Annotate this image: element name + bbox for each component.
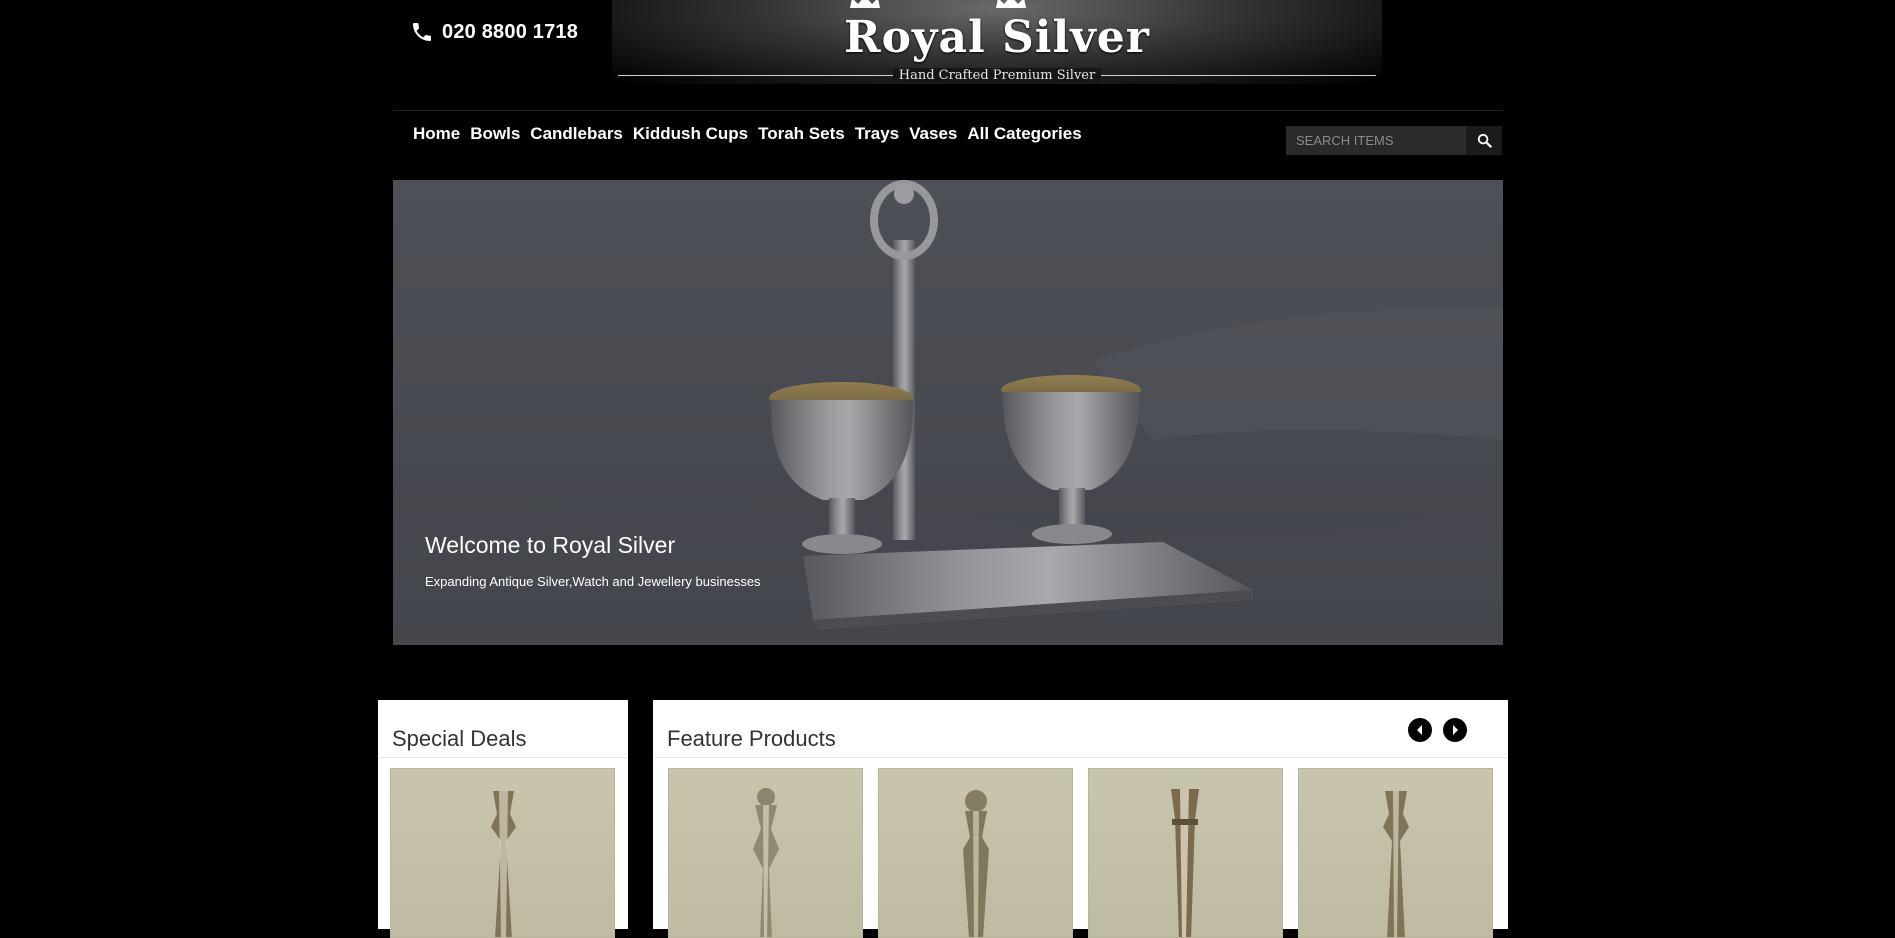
feature-products-title: Feature Products (667, 726, 836, 751)
product-thumbnail[interactable] (668, 768, 863, 938)
nav-item-trays[interactable]: Trays (855, 124, 899, 144)
nav-item-home[interactable]: Home (413, 124, 460, 144)
product-thumbnail[interactable] (390, 768, 615, 938)
search-bar (1286, 126, 1502, 155)
product-image (491, 791, 516, 937)
special-deals-title: Special Deals (392, 726, 527, 751)
product-image (1383, 791, 1409, 937)
panel-divider (653, 757, 1508, 758)
carousel-next-button[interactable] (1443, 718, 1467, 742)
product-image (1171, 789, 1199, 937)
hero-subtitle: Expanding Antique Silver,Watch and Jewel… (425, 574, 761, 589)
logo-tagline-wrap: Hand Crafted Premium Silver (612, 66, 1382, 84)
panel-divider (378, 757, 628, 758)
main-nav: Home Bowls Candlebars Kiddush Cups Torah… (413, 124, 1082, 144)
logo-tagline: Hand Crafted Premium Silver (892, 68, 1102, 83)
logo-name: Royal Silver (844, 12, 1150, 63)
phone-number: 020 8800 1718 (442, 20, 579, 43)
nav-item-kiddush-cups[interactable]: Kiddush Cups (633, 124, 748, 144)
nav-item-vases[interactable]: Vases (909, 124, 957, 144)
nav-item-candlebars[interactable]: Candlebars (530, 124, 623, 144)
nav-item-bowls[interactable]: Bowls (470, 124, 520, 144)
product-image (963, 790, 989, 937)
product-thumbnail[interactable] (1088, 768, 1283, 938)
phone-icon (413, 23, 431, 41)
crown-icon (850, 0, 880, 8)
carousel-prev-button[interactable] (1408, 718, 1432, 742)
hero-banner[interactable]: Welcome to Royal Silver Expanding Antiqu… (393, 180, 1503, 645)
product-image (753, 788, 779, 937)
crown-icon (996, 0, 1026, 8)
nav-divider (393, 110, 1503, 111)
header-phone[interactable]: 020 8800 1718 (410, 20, 578, 44)
page: 020 8800 1718 Royal Silver Hand Crafted … (0, 0, 1895, 938)
search-button[interactable] (1466, 126, 1502, 155)
feature-products-panel: Feature Products (653, 700, 1508, 938)
chevron-left-icon (1417, 725, 1422, 735)
site-logo[interactable]: Royal Silver Hand Crafted Premium Silver (612, 0, 1382, 84)
product-thumbnail[interactable] (1298, 768, 1493, 938)
nav-item-torah-sets[interactable]: Torah Sets (758, 124, 845, 144)
product-thumbnail[interactable] (878, 768, 1073, 938)
chevron-right-icon (1453, 725, 1458, 735)
search-input[interactable] (1286, 126, 1466, 155)
special-deals-panel: Special Deals (378, 700, 628, 938)
hero-title: Welcome to Royal Silver (425, 532, 676, 558)
nav-item-all-categories[interactable]: All Categories (967, 124, 1081, 144)
search-icon (1477, 133, 1492, 148)
